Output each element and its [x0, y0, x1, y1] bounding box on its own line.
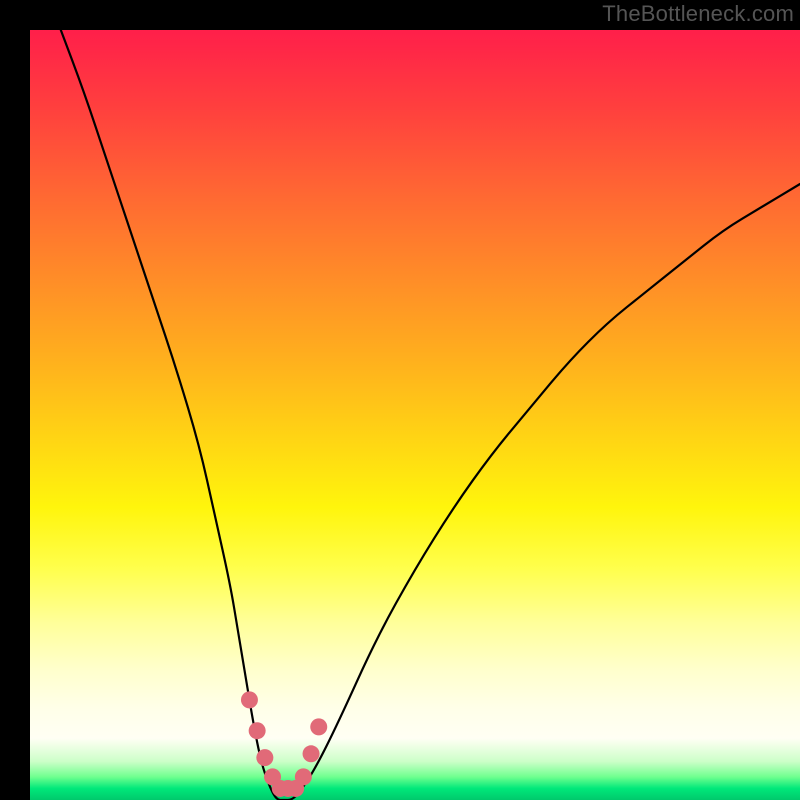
chart-svg — [30, 30, 800, 800]
plot-area — [30, 30, 800, 800]
valley-dot — [295, 768, 312, 785]
valley-dot — [303, 745, 320, 762]
watermark-text: TheBottleneck.com — [602, 1, 794, 27]
chart-container: TheBottleneck.com — [0, 0, 800, 800]
valley-dot — [256, 749, 273, 766]
bottleneck-curve-line — [61, 30, 800, 800]
valley-dot — [249, 722, 266, 739]
valley-dot — [310, 718, 327, 735]
valley-marker-dots — [241, 691, 327, 797]
valley-dot — [241, 691, 258, 708]
